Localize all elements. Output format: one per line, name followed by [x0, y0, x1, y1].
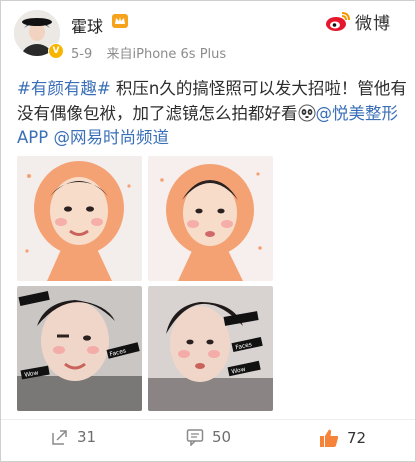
thumbs-up-icon	[320, 429, 339, 447]
mention-link-netease[interactable]: @网易时尚频道	[53, 128, 169, 147]
comment-button[interactable]: 50	[186, 428, 231, 446]
like-count: 72	[347, 429, 367, 447]
panda-emoji-icon	[298, 104, 315, 121]
weibo-eye-icon	[326, 11, 350, 31]
comment-count: 50	[212, 428, 232, 446]
verified-badge-icon: V	[48, 43, 64, 59]
weibo-post-card: V 霍球 5-9 来自iPhone 6s Plus 微博 #有颜有趣# 积压n久…	[0, 0, 416, 462]
post-photo-1[interactable]	[17, 156, 142, 281]
brand-text: 微博	[355, 14, 391, 34]
post-source: 来自iPhone 6s Plus	[106, 47, 227, 62]
post-photo-2[interactable]	[148, 156, 273, 281]
post-meta: 5-9 来自iPhone 6s Plus	[71, 43, 226, 62]
repost-count: 31	[77, 428, 97, 446]
weibo-logo: 微博	[325, 9, 391, 34]
post-action-bar: 31 50 72	[1, 419, 415, 462]
post-photo-4[interactable]: Faces Wow	[148, 286, 273, 411]
repost-button[interactable]: 31	[51, 428, 96, 446]
post-text: #有颜有趣# 积压n久的搞怪照可以发大招啦！管他有没有偶像包袱，加了滤镜怎么拍都…	[17, 77, 407, 151]
comment-icon	[186, 429, 204, 446]
username[interactable]: 霍球	[71, 13, 103, 37]
post-photo-3[interactable]: Faces Wow	[17, 286, 142, 411]
hashtag-link[interactable]: #有颜有趣#	[17, 79, 111, 98]
member-crown-icon[interactable]	[111, 12, 129, 30]
like-button[interactable]: 72	[319, 428, 366, 448]
post-date: 5-9	[71, 47, 93, 62]
repost-icon	[52, 430, 67, 445]
